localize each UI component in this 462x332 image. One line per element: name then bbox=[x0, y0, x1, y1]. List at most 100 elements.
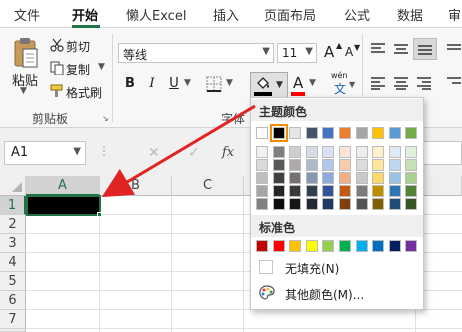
align-center-icon[interactable] bbox=[393, 76, 409, 90]
theme-shade-swatch[interactable] bbox=[256, 198, 268, 210]
cell-a1-selected[interactable] bbox=[26, 195, 101, 216]
theme-shade-swatch[interactable] bbox=[372, 185, 385, 197]
column-header-c[interactable]: C bbox=[172, 176, 244, 196]
tab-page-layout[interactable]: 页面布局 bbox=[264, 5, 316, 24]
theme-shade-swatch[interactable] bbox=[256, 185, 268, 197]
theme-shade-swatch[interactable] bbox=[339, 185, 351, 197]
row-header-6[interactable]: 6 bbox=[0, 291, 26, 310]
fill-color-button[interactable]: ▼ bbox=[250, 72, 288, 98]
theme-shade-swatch[interactable] bbox=[322, 172, 335, 184]
theme-shade-swatch[interactable] bbox=[372, 198, 385, 210]
grow-font-button[interactable]: A bbox=[324, 43, 334, 61]
tab-home[interactable]: 开始 bbox=[72, 5, 98, 24]
row-header-3[interactable]: 3 bbox=[0, 234, 26, 253]
theme-shade-swatch[interactable] bbox=[256, 159, 268, 171]
copy-button[interactable]: 复制 bbox=[66, 61, 90, 78]
underline-button[interactable]: U bbox=[166, 76, 182, 92]
theme-shade-swatch[interactable] bbox=[256, 172, 268, 184]
border-icon[interactable] bbox=[206, 76, 222, 92]
standard-color-swatch[interactable] bbox=[289, 240, 302, 252]
theme-shade-swatch[interactable] bbox=[289, 172, 302, 184]
tab-formulas[interactable]: 公式 bbox=[344, 5, 370, 24]
theme-color-swatch[interactable] bbox=[269, 124, 288, 142]
theme-shade-swatch[interactable] bbox=[322, 198, 335, 210]
row-header-2[interactable]: 2 bbox=[0, 215, 26, 234]
theme-shade-swatch[interactable] bbox=[305, 146, 318, 158]
standard-color-swatch[interactable] bbox=[339, 240, 351, 252]
format-painter-button[interactable]: 格式刷 bbox=[66, 84, 102, 101]
indent-icon[interactable] bbox=[446, 76, 462, 90]
theme-shade-swatch[interactable] bbox=[322, 159, 335, 171]
theme-shade-swatch[interactable] bbox=[405, 159, 418, 171]
select-all-corner[interactable] bbox=[0, 176, 26, 196]
theme-shade-swatch[interactable] bbox=[355, 198, 368, 210]
fill-handle[interactable] bbox=[97, 212, 102, 217]
standard-color-swatch[interactable] bbox=[372, 240, 385, 252]
theme-shade-swatch[interactable] bbox=[322, 185, 335, 197]
insert-function-button[interactable]: fx bbox=[222, 145, 234, 160]
theme-color-swatch[interactable] bbox=[388, 127, 401, 139]
theme-shade-swatch[interactable] bbox=[305, 172, 318, 184]
phonetic-button[interactable]: 文 bbox=[334, 80, 346, 97]
theme-shade-swatch[interactable] bbox=[388, 159, 401, 171]
column-header-a[interactable]: A bbox=[26, 176, 100, 196]
align-bottom-button[interactable] bbox=[413, 38, 437, 60]
standard-color-swatch[interactable] bbox=[355, 240, 368, 252]
theme-shade-swatch[interactable] bbox=[339, 146, 351, 158]
theme-shade-swatch[interactable] bbox=[339, 172, 351, 184]
italic-button[interactable]: I bbox=[144, 76, 160, 92]
theme-shade-swatch[interactable] bbox=[272, 198, 285, 210]
theme-shade-swatch[interactable] bbox=[305, 185, 318, 197]
row-header-1[interactable]: 1 bbox=[0, 196, 26, 215]
theme-shade-swatch[interactable] bbox=[355, 146, 368, 158]
theme-shade-swatch[interactable] bbox=[372, 159, 385, 171]
theme-shade-swatch[interactable] bbox=[272, 159, 285, 171]
standard-color-swatch[interactable] bbox=[272, 240, 285, 252]
theme-color-swatch[interactable] bbox=[372, 127, 385, 139]
theme-color-swatch[interactable] bbox=[289, 127, 302, 139]
theme-color-swatch[interactable] bbox=[305, 127, 318, 139]
standard-color-swatch[interactable] bbox=[322, 240, 335, 252]
theme-color-swatch[interactable] bbox=[339, 127, 351, 139]
theme-shade-swatch[interactable] bbox=[388, 146, 401, 158]
theme-shade-swatch[interactable] bbox=[339, 198, 351, 210]
font-color-chevron-icon[interactable]: ▼ bbox=[309, 78, 316, 88]
theme-shade-swatch[interactable] bbox=[289, 146, 302, 158]
underline-chevron-icon[interactable]: ▼ bbox=[184, 78, 191, 88]
font-name-select[interactable]: 等线 ▼ bbox=[118, 43, 274, 63]
standard-color-swatch[interactable] bbox=[305, 240, 318, 252]
theme-shade-swatch[interactable] bbox=[405, 146, 418, 158]
standard-color-swatch[interactable] bbox=[405, 240, 418, 252]
theme-shade-swatch[interactable] bbox=[405, 172, 418, 184]
tab-data[interactable]: 数据 bbox=[397, 5, 423, 24]
copy-chevron-icon[interactable]: ▼ bbox=[98, 62, 105, 72]
bold-button[interactable]: B bbox=[122, 76, 138, 92]
cut-button[interactable]: 剪切 bbox=[66, 38, 90, 55]
name-box[interactable]: A1 ▼ bbox=[4, 141, 86, 165]
paste-button[interactable] bbox=[10, 36, 40, 70]
tab-insert[interactable]: 插入 bbox=[213, 5, 239, 24]
theme-shade-swatch[interactable] bbox=[289, 198, 302, 210]
row-header-4[interactable]: 4 bbox=[0, 253, 26, 272]
theme-shade-swatch[interactable] bbox=[388, 198, 401, 210]
theme-shade-swatch[interactable] bbox=[355, 185, 368, 197]
align-right-icon[interactable] bbox=[416, 76, 432, 90]
theme-color-swatch[interactable] bbox=[322, 127, 335, 139]
tab-file[interactable]: 文件 bbox=[14, 5, 40, 24]
standard-color-swatch[interactable] bbox=[388, 240, 401, 252]
row-header-7[interactable]: 7 bbox=[0, 310, 26, 329]
theme-shade-swatch[interactable] bbox=[388, 185, 401, 197]
font-color-button[interactable]: A bbox=[293, 74, 303, 92]
paste-chevron-icon[interactable]: ▼ bbox=[20, 86, 27, 96]
font-size-select[interactable]: 11 ▼ bbox=[277, 43, 317, 63]
border-chevron-icon[interactable]: ▼ bbox=[226, 78, 233, 88]
theme-shade-swatch[interactable] bbox=[405, 198, 418, 210]
theme-shade-swatch[interactable] bbox=[272, 172, 285, 184]
theme-shade-swatch[interactable] bbox=[305, 159, 318, 171]
theme-shade-swatch[interactable] bbox=[339, 159, 351, 171]
theme-shade-swatch[interactable] bbox=[272, 185, 285, 197]
theme-shade-swatch[interactable] bbox=[388, 172, 401, 184]
theme-shade-swatch[interactable] bbox=[289, 159, 302, 171]
phonetic-chevron-icon[interactable]: ▼ bbox=[349, 80, 355, 89]
theme-shade-swatch[interactable] bbox=[322, 146, 335, 158]
